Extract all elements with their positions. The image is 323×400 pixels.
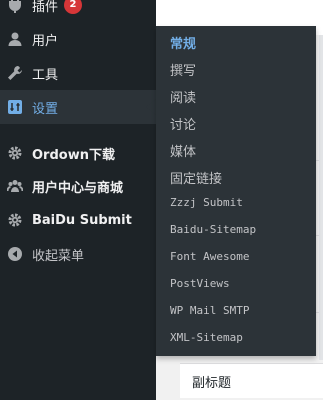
sidebar-item-label: Ordown下载 [32,147,115,163]
admin-sidebar: 插件 2 用户 工具 设置 Ordown下载 用户中心与商城 BaiDu Sub… [0,0,156,400]
update-count-badge: 2 [64,0,83,14]
submenu-item-font-awesome[interactable]: Font Awesome [170,250,249,263]
sidebar-item-label: BaiDu Submit [32,212,132,228]
submenu-item-writing[interactable]: 撰写 [170,60,196,79]
sidebar-item-label: 插件 [32,0,59,15]
plug-icon [5,0,25,15]
submenu-item-xml-sitemap[interactable]: XML-Sitemap [170,331,243,344]
users-icon [5,176,25,196]
submenu-item-baidu-sitemap[interactable]: Baidu-Sitemap [170,223,256,236]
submenu-item-postviews[interactable]: PostViews [170,277,230,290]
settings-icon [5,97,25,117]
sidebar-item-ordown[interactable]: Ordown下载 [0,136,156,170]
sidebar-item-users[interactable]: 用户 [0,22,156,56]
sidebar-item-label: 工具 [32,67,59,83]
settings-submenu: 常规 撰写 阅读 讨论 媒体 固定链接 Zzzj Submit Baidu-Si… [156,26,316,356]
content-scroll-edge [319,35,323,360]
submenu-item-zzzj-submit[interactable]: Zzzj Submit [170,196,243,209]
gear-icon [5,210,25,230]
sidebar-item-label: 收起菜单 [32,248,85,264]
submenu-item-wp-mail-smtp[interactable]: WP Mail SMTP [170,304,249,317]
collapse-icon [5,244,25,264]
submenu-item-media[interactable]: 媒体 [170,141,196,160]
submenu-item-discussion[interactable]: 讨论 [170,114,196,133]
submenu-item-reading[interactable]: 阅读 [170,87,196,106]
sidebar-item-label: 用户 [32,33,59,49]
submenu-item-permalinks[interactable]: 固定链接 [170,168,222,187]
sidebar-item-label: 用户中心与商城 [32,180,124,196]
wrench-icon [5,63,25,83]
sidebar-item-settings[interactable]: 设置 [0,90,156,124]
submenu-item-general[interactable]: 常规 [170,33,196,52]
collapse-menu-button[interactable]: 收起菜单 [0,237,156,271]
sidebar-item-plugins[interactable]: 插件 2 [0,0,156,22]
current-menu-pointer [146,99,156,115]
sidebar-item-user-center-shop[interactable]: 用户中心与商城 [0,169,156,203]
subtitle-field-label: 副标题 [192,376,232,391]
sidebar-item-baidu-submit[interactable]: BaiDu Submit [0,203,156,237]
sidebar-item-tools[interactable]: 工具 [0,56,156,90]
sidebar-item-label: 设置 [32,101,59,117]
gear-icon [5,143,25,163]
user-icon [5,29,25,49]
